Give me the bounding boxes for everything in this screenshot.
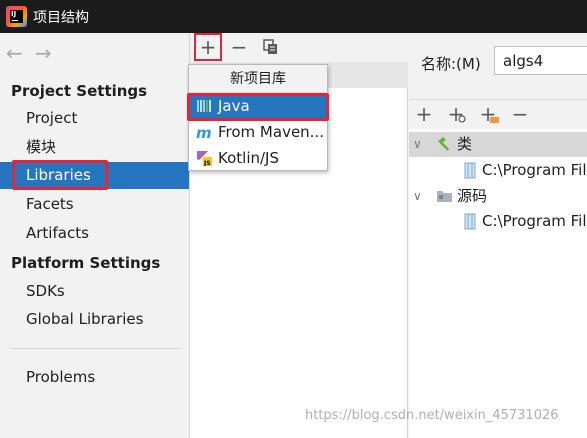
tree-node-label: C:\Program Files xyxy=(482,161,587,179)
chevron-down-icon[interactable]: ∨ xyxy=(413,132,427,157)
svg-text:JS: JS xyxy=(203,160,211,166)
copy-icon xyxy=(263,39,277,54)
sidebar-item-artifacts[interactable]: Artifacts xyxy=(0,220,189,247)
tree-node-classes[interactable]: ∨ 类 xyxy=(409,132,587,157)
copy-library-button[interactable] xyxy=(260,36,282,58)
arrow-left-icon[interactable]: ← xyxy=(6,41,23,65)
folder-badge-icon xyxy=(490,117,499,123)
libraries-highlight xyxy=(12,160,108,190)
jar-icon xyxy=(464,162,476,179)
remove-root-button[interactable]: − xyxy=(508,102,532,126)
tree-node-label: 类 xyxy=(457,135,473,153)
project-settings-header: Project Settings xyxy=(11,82,148,100)
tree-node-classes-path[interactable]: C:\Program Files xyxy=(409,158,587,183)
tree-node-sources[interactable]: ∨ 源码 xyxy=(409,184,587,209)
name-field[interactable] xyxy=(494,46,587,75)
window-title: 项目结构 xyxy=(33,9,89,26)
platform-settings-header: Platform Settings xyxy=(11,254,161,272)
minus-icon: − xyxy=(230,35,248,59)
sidebar-item-modules[interactable]: 模块 xyxy=(0,134,189,161)
hammer-icon xyxy=(438,137,450,151)
sidebar-item-global-libraries[interactable]: Global Libraries xyxy=(0,306,189,333)
sidebar-divider xyxy=(10,348,180,349)
sidebar-item-problems[interactable]: Problems xyxy=(0,364,189,391)
sidebar-item-facets[interactable]: Facets xyxy=(0,191,189,218)
plus-icon: + xyxy=(415,102,433,126)
popup-item-label: From Maven... xyxy=(218,123,324,141)
popup-item-maven[interactable]: m From Maven... xyxy=(189,119,327,145)
intellij-logo-icon: IJ xyxy=(6,6,27,27)
remove-library-button[interactable]: − xyxy=(228,35,250,59)
library-detail-panel: 名称:(M) + + + − ∨ 类 xyxy=(409,33,587,438)
jar-icon xyxy=(464,213,476,230)
svg-text:m: m xyxy=(196,124,212,140)
popup-item-label: Kotlin/JS xyxy=(218,149,279,167)
sidebar: ← → Project Settings Project 模块 Librarie… xyxy=(0,33,190,438)
name-label: 名称:(M) xyxy=(421,55,481,73)
popup-title: 新项目库 xyxy=(189,65,327,93)
kotlin-js-icon: JS xyxy=(197,151,212,166)
arrow-right-icon[interactable]: → xyxy=(35,41,52,65)
library-toolbar: + − xyxy=(190,33,408,62)
source-folder-icon xyxy=(437,191,452,202)
link-badge-icon xyxy=(458,115,466,123)
watermark: https://blog.csdn.net/weixin_45731026 xyxy=(305,408,559,423)
tree-node-sources-path[interactable]: C:\Program Files xyxy=(409,209,587,234)
maven-icon: m xyxy=(196,124,212,140)
title-bar: IJ 项目结构 xyxy=(0,0,587,33)
roots-tree: ∨ 类 C:\Program Files ∨ 源码 xyxy=(409,129,587,438)
java-highlight xyxy=(187,93,329,121)
nav-arrows: ← → xyxy=(6,41,52,65)
add-library-button[interactable]: + xyxy=(194,33,222,61)
minus-icon: − xyxy=(511,102,529,126)
tree-node-label: C:\Program Files xyxy=(482,212,587,230)
popup-item-kotlin-js[interactable]: JS Kotlin/JS xyxy=(189,145,327,171)
plus-icon: + xyxy=(199,35,217,59)
attach-jar-button[interactable]: + xyxy=(444,102,468,126)
add-root-button[interactable]: + xyxy=(412,102,436,126)
tree-node-label: 源码 xyxy=(457,187,488,205)
attach-files-button[interactable]: + xyxy=(476,102,500,126)
sidebar-item-project[interactable]: Project xyxy=(0,105,189,132)
sidebar-item-sdks[interactable]: SDKs xyxy=(0,278,189,305)
chevron-down-icon[interactable]: ∨ xyxy=(413,184,427,209)
roots-toolbar: + + + − xyxy=(409,99,587,127)
